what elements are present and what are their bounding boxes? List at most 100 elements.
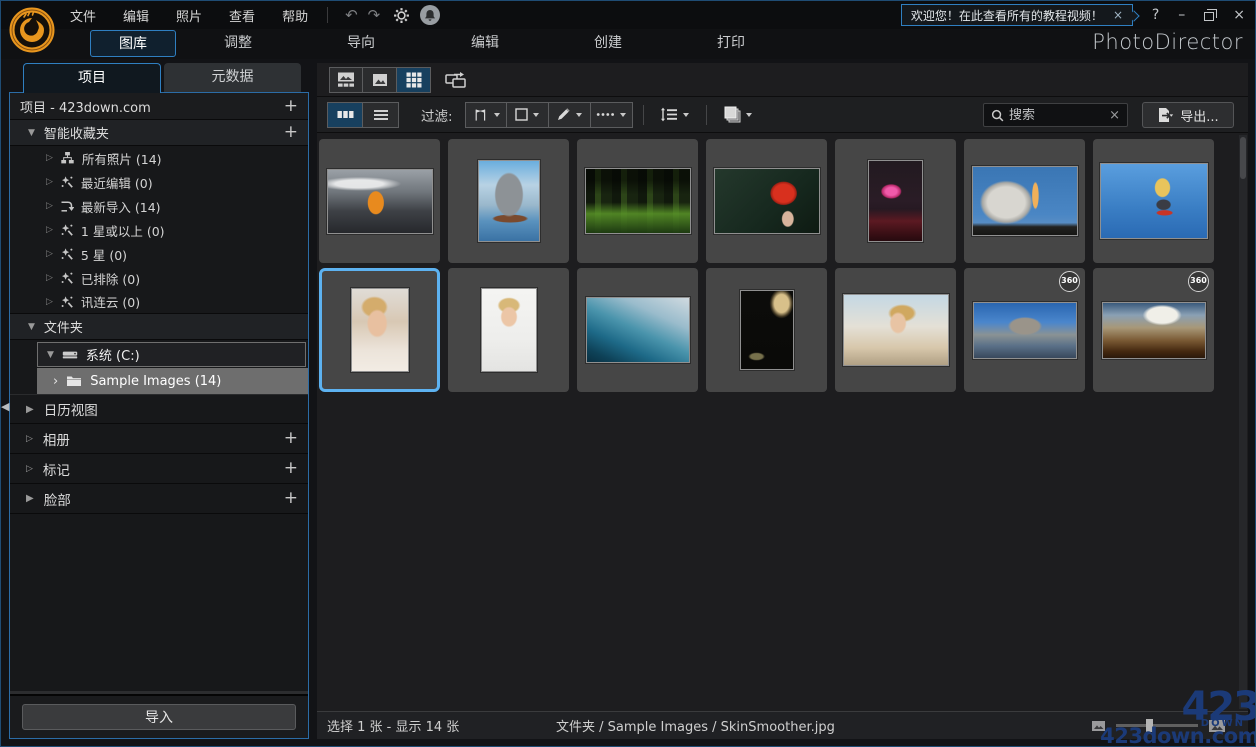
folder-label: Sample Images (14) — [90, 373, 222, 389]
add-tag-button[interactable]: + — [284, 460, 298, 477]
photo-cell-woman-leaning[interactable] — [835, 268, 956, 392]
tags-section[interactable]: ▷ 标记 + — [10, 454, 308, 484]
tree-caret-icon[interactable]: ▷ — [46, 297, 53, 307]
photo-cell-red-maple-leaf[interactable] — [706, 139, 827, 263]
dropdown-caret-icon — [576, 112, 583, 117]
project-header-label: 项目 - 423down.com — [20, 100, 151, 116]
label-filter-button[interactable] — [506, 101, 549, 128]
tab-print[interactable]: 打印 — [694, 30, 768, 57]
photo-cell-woman-laughing[interactable] — [448, 268, 569, 392]
thumbnail-view-button[interactable] — [327, 101, 363, 128]
tab-adjust[interactable]: 调整 — [201, 30, 275, 57]
smart-item-cyberlink-cloud[interactable]: ▷ 讯连云 (0) — [10, 290, 308, 314]
menu-edit[interactable]: 编辑 — [118, 4, 154, 27]
grid-view-button[interactable] — [397, 66, 431, 93]
smart-collection-header[interactable]: ▼ 智能收藏夹 + — [10, 120, 308, 146]
photo-cell-sunlit-forest[interactable] — [577, 139, 698, 263]
photo-cell-dark-window-light[interactable] — [706, 268, 827, 392]
list-view-button[interactable] — [363, 101, 399, 128]
tab-create[interactable]: 创建 — [571, 30, 645, 57]
tree-caret-icon[interactable]: ▷ — [46, 153, 53, 163]
tab-edit[interactable]: 编辑 — [448, 30, 522, 57]
close-button[interactable]: × — [1233, 8, 1245, 22]
undo-icon[interactable]: ↶ — [340, 6, 363, 24]
welcome-callout[interactable]: 欢迎您！在此查看所有的教程视频！ × — [900, 4, 1140, 26]
tree-caret-icon[interactable]: ▷ — [46, 201, 53, 211]
smart-collection-label: 智能收藏夹 — [43, 127, 109, 142]
albums-section[interactable]: ▷ 相册 + — [10, 424, 308, 454]
grid-scrollbar[interactable] — [1239, 135, 1247, 709]
photo-cell-skateboarder-jump[interactable] — [1093, 139, 1214, 263]
add-face-button[interactable]: + — [284, 490, 298, 507]
photo-cell-woman-smiling-selected[interactable] — [319, 268, 440, 392]
menu-view[interactable]: 查看 — [224, 4, 260, 27]
more-filter-button[interactable] — [590, 101, 633, 128]
smart-item-recently-edited[interactable]: ▷ 最近编辑 (0) — [10, 170, 308, 194]
collapse-closed-icon[interactable]: ▶ — [26, 404, 34, 415]
tree-caret-icon[interactable]: ▷ — [46, 177, 53, 187]
photo-cell-basketball-dunk[interactable] — [319, 139, 440, 263]
photo-skateboarder-jump — [1099, 163, 1208, 239]
welcome-close-icon[interactable]: × — [1113, 8, 1123, 22]
stack-button[interactable] — [717, 102, 759, 128]
sidebar-collapse-icon[interactable]: ◀ — [1, 391, 13, 421]
slider-handle[interactable] — [1145, 719, 1153, 732]
minimize-button[interactable]: – — [1178, 8, 1185, 22]
scrollbar-thumb[interactable] — [1240, 137, 1246, 179]
faces-section[interactable]: ▶ 脸部 + — [10, 484, 308, 514]
tree-caret-icon[interactable]: ▷ — [46, 249, 53, 259]
browser-view-button[interactable] — [329, 66, 363, 93]
folders-header[interactable]: ▼ 文件夹 — [10, 314, 308, 340]
menu-photo[interactable]: 照片 — [171, 4, 207, 27]
tree-caret-icon[interactable]: ▷ — [26, 434, 33, 444]
smart-item-rejected[interactable]: ▷ 已排除 (0) — [10, 266, 308, 290]
viewer-view-button[interactable] — [363, 66, 397, 93]
collapse-open-icon[interactable]: ▼ — [47, 350, 54, 360]
secondary-display-icon[interactable] — [445, 71, 467, 89]
collapse-open-icon[interactable]: ▼ — [28, 322, 35, 332]
export-button[interactable]: 导出... — [1142, 102, 1234, 128]
folder-item-sample-images[interactable]: › Sample Images (14) — [37, 368, 308, 394]
tree-caret-icon[interactable]: ▷ — [26, 464, 33, 474]
add-smart-collection-button[interactable]: + — [284, 124, 298, 141]
settings-gear-icon[interactable] — [393, 7, 410, 24]
smart-item-five-star[interactable]: ▷ 5 星 (0) — [10, 242, 308, 266]
drive-item-system-c[interactable]: ▼ 系统 (C:) — [37, 342, 306, 367]
tab-guided[interactable]: 导向 — [324, 30, 398, 57]
edited-filter-button[interactable] — [548, 101, 591, 128]
sort-button[interactable] — [654, 102, 696, 128]
tree-caret-icon[interactable]: ▷ — [46, 273, 53, 283]
tab-library[interactable]: 图库 — [90, 30, 176, 57]
small-thumbnail-icon[interactable] — [1091, 720, 1106, 732]
collapse-open-icon[interactable]: ▼ — [28, 128, 35, 138]
thumbnail-size-slider[interactable] — [1116, 719, 1198, 732]
search-clear-icon[interactable]: × — [1109, 108, 1120, 123]
tree-caret-icon[interactable]: ▷ — [46, 225, 53, 235]
redo-icon[interactable]: ↷ — [363, 6, 386, 24]
notification-bell-icon[interactable] — [420, 5, 441, 25]
sidebar-tab-metadata[interactable]: 元数据 — [164, 63, 301, 93]
calendar-view-section[interactable]: ▶ 日历视图 — [10, 394, 308, 424]
photo-cell-rocket-launch[interactable] — [964, 139, 1085, 263]
help-button[interactable]: ? — [1152, 8, 1159, 22]
smart-item-one-star-up[interactable]: ▷ 1 星或以上 (0) — [10, 218, 308, 242]
chevron-right-icon[interactable]: › — [53, 374, 58, 389]
search-input[interactable] — [1009, 107, 1105, 123]
import-button[interactable]: 导入 — [22, 704, 296, 730]
large-thumbnail-icon[interactable] — [1208, 719, 1226, 733]
photo-cell-panorama-mountain[interactable]: 360 — [964, 268, 1085, 392]
sidebar-tab-project[interactable]: 项目 — [23, 63, 161, 93]
menu-help[interactable]: 帮助 — [277, 4, 313, 27]
photo-cell-ocean-wave[interactable] — [577, 268, 698, 392]
restore-button[interactable] — [1204, 9, 1218, 21]
add-project-button[interactable]: + — [284, 97, 298, 115]
smart-item-latest-imports[interactable]: ▷ 最新导入 (14) — [10, 194, 308, 218]
collapse-closed-icon[interactable]: ▶ — [26, 493, 34, 504]
photo-cell-karst-rock-boat[interactable] — [448, 139, 569, 263]
flag-filter-button[interactable] — [464, 101, 507, 128]
add-album-button[interactable]: + — [284, 430, 298, 447]
photo-cell-neon-storefront[interactable] — [835, 139, 956, 263]
smart-item-all-photos[interactable]: ▷ 所有照片 (14) — [10, 146, 308, 170]
photo-cell-panorama-canyon[interactable]: 360 — [1093, 268, 1214, 392]
menu-file[interactable]: 文件 — [65, 4, 101, 27]
